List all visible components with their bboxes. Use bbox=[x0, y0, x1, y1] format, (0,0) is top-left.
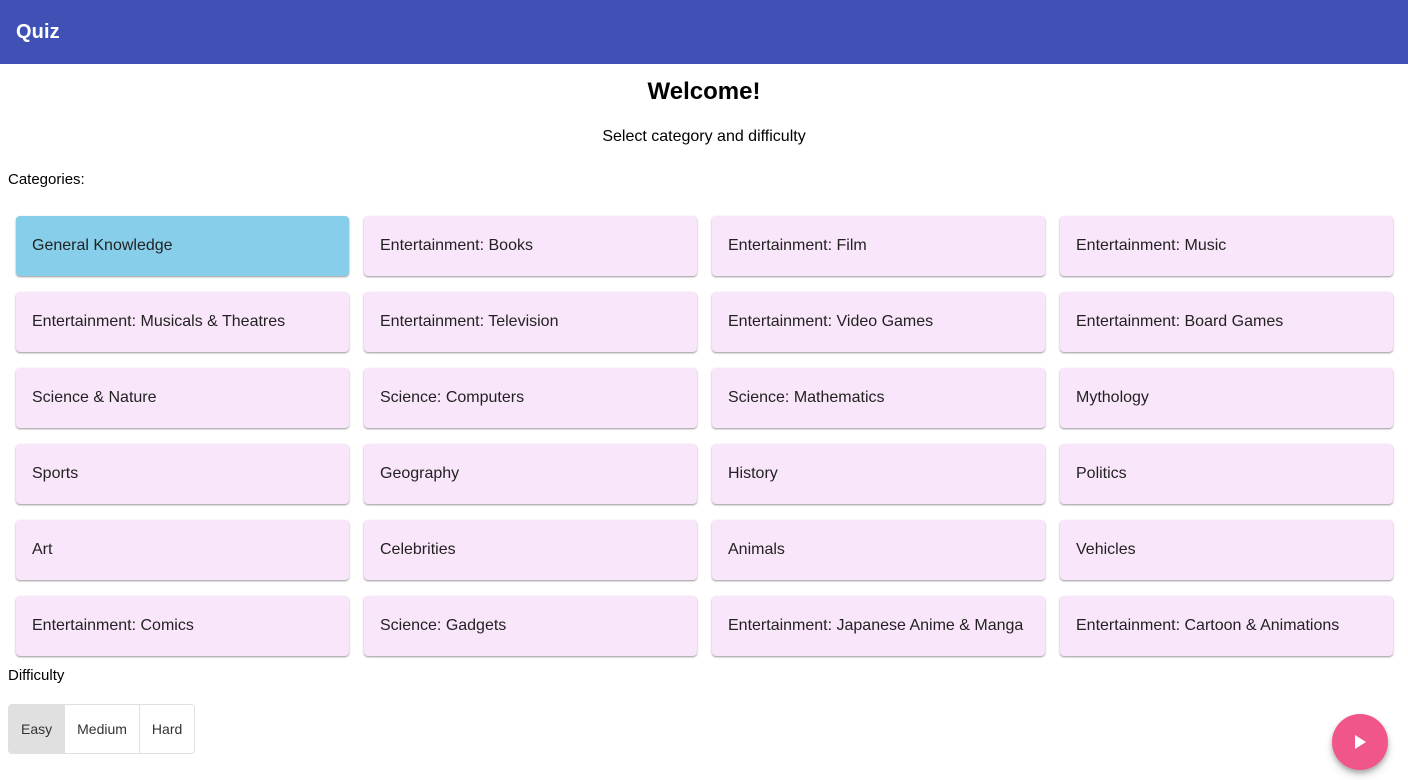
category-label: Entertainment: Television bbox=[380, 313, 559, 330]
difficulty-label: Difficulty bbox=[8, 667, 65, 684]
category-card[interactable]: Celebrities bbox=[364, 520, 697, 580]
category-card[interactable]: Entertainment: Music bbox=[1060, 216, 1393, 276]
category-card[interactable]: Entertainment: Books bbox=[364, 216, 697, 276]
category-card[interactable]: Sports bbox=[16, 444, 349, 504]
category-label: Sports bbox=[32, 465, 79, 482]
category-card[interactable]: Entertainment: Musicals & Theatres bbox=[16, 292, 349, 352]
category-card[interactable]: Animals bbox=[712, 520, 1045, 580]
category-card[interactable]: Entertainment: Video Games bbox=[712, 292, 1045, 352]
category-card[interactable]: Entertainment: Television bbox=[364, 292, 697, 352]
category-card[interactable]: Art bbox=[16, 520, 349, 580]
category-label: Science: Computers bbox=[380, 389, 525, 406]
category-label: Entertainment: Books bbox=[380, 237, 533, 254]
category-card[interactable]: Science: Mathematics bbox=[712, 368, 1045, 428]
category-card[interactable]: Entertainment: Film bbox=[712, 216, 1045, 276]
category-card[interactable]: Entertainment: Comics bbox=[16, 596, 349, 656]
category-card[interactable]: Entertainment: Board Games bbox=[1060, 292, 1393, 352]
category-grid: General Knowledge Entertainment: Books E… bbox=[16, 216, 1393, 656]
category-label: Art bbox=[32, 541, 53, 558]
category-card[interactable]: Politics bbox=[1060, 444, 1393, 504]
category-label: Entertainment: Board Games bbox=[1076, 313, 1284, 330]
category-card[interactable]: General Knowledge bbox=[16, 216, 349, 276]
category-label: History bbox=[728, 465, 778, 482]
category-label: Celebrities bbox=[380, 541, 456, 558]
app-title: Quiz bbox=[16, 20, 60, 43]
category-label: Entertainment: Musicals & Theatres bbox=[32, 313, 286, 330]
categories-label: Categories: bbox=[8, 171, 85, 188]
category-card[interactable]: Vehicles bbox=[1060, 520, 1393, 580]
category-label: Science: Mathematics bbox=[728, 389, 885, 406]
category-label: Science & Nature bbox=[32, 389, 157, 406]
category-card[interactable]: Geography bbox=[364, 444, 697, 504]
welcome-heading: Welcome! bbox=[647, 78, 761, 105]
category-label: Entertainment: Film bbox=[728, 237, 867, 254]
category-card[interactable]: Entertainment: Cartoon & Animations bbox=[1060, 596, 1393, 656]
category-label: Entertainment: Video Games bbox=[728, 313, 934, 330]
category-card[interactable]: History bbox=[712, 444, 1045, 504]
difficulty-easy-button[interactable]: Easy bbox=[9, 705, 66, 753]
difficulty-toggle-group: Easy Medium Hard bbox=[8, 704, 196, 754]
start-quiz-button[interactable] bbox=[1332, 714, 1388, 770]
app-bar: Quiz bbox=[0, 0, 1408, 64]
category-label: Entertainment: Japanese Anime & Manga bbox=[728, 617, 1024, 634]
category-label: Entertainment: Cartoon & Animations bbox=[1076, 617, 1340, 634]
category-label: Vehicles bbox=[1076, 541, 1136, 558]
category-label: Science: Gadgets bbox=[380, 617, 507, 634]
category-card[interactable]: Science & Nature bbox=[16, 368, 349, 428]
category-label: Animals bbox=[728, 541, 785, 558]
difficulty-medium-button[interactable]: Medium bbox=[65, 705, 140, 753]
category-label: General Knowledge bbox=[32, 237, 173, 254]
category-label: Geography bbox=[380, 465, 460, 482]
category-label: Entertainment: Music bbox=[1076, 237, 1227, 254]
category-label: Entertainment: Comics bbox=[32, 617, 194, 634]
category-label: Mythology bbox=[1076, 389, 1149, 406]
subtitle: Select category and difficulty bbox=[602, 128, 806, 145]
difficulty-hard-button[interactable]: Hard bbox=[139, 705, 195, 753]
category-card[interactable]: Science: Computers bbox=[364, 368, 697, 428]
category-label: Politics bbox=[1076, 465, 1127, 482]
category-card[interactable]: Mythology bbox=[1060, 368, 1393, 428]
play-icon bbox=[1354, 735, 1366, 749]
category-card[interactable]: Science: Gadgets bbox=[364, 596, 697, 656]
category-card[interactable]: Entertainment: Japanese Anime & Manga bbox=[712, 596, 1045, 656]
